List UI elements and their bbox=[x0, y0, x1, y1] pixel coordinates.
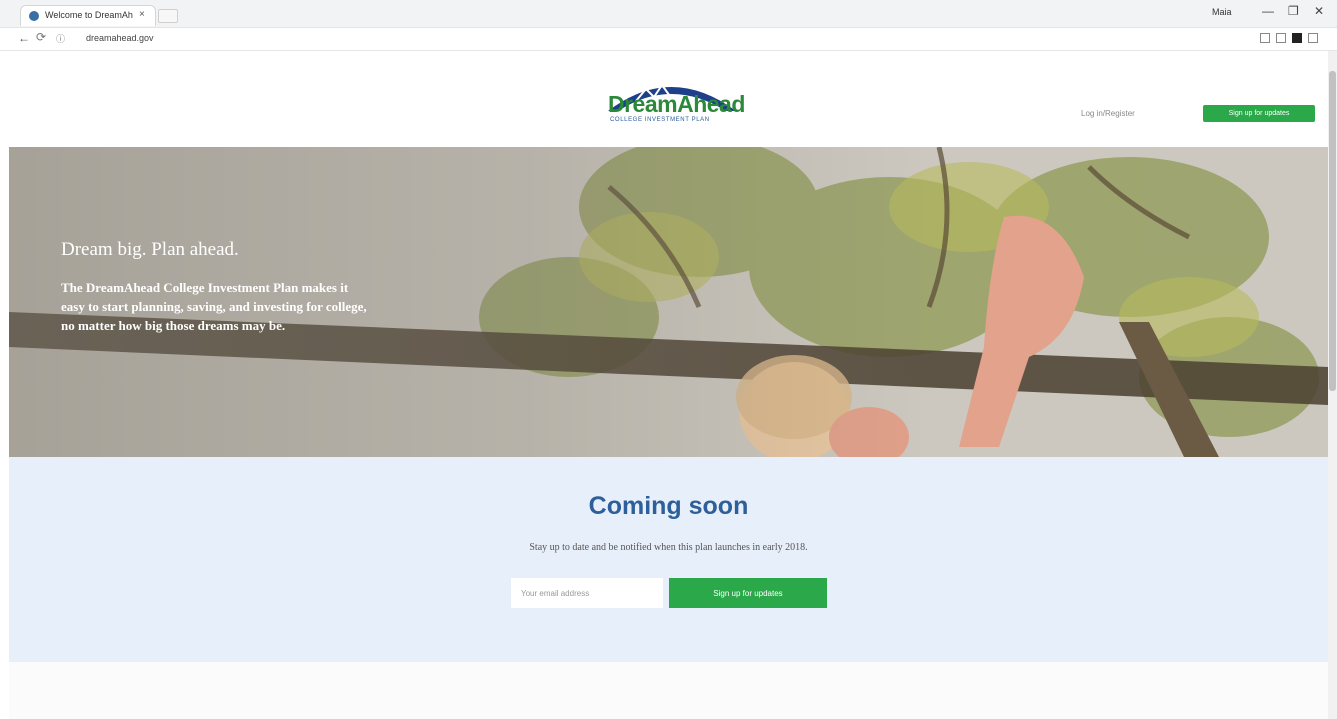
star-icon[interactable] bbox=[1260, 33, 1270, 43]
profile-name[interactable]: Maia bbox=[1212, 7, 1232, 17]
logo-tagline: COLLEGE INVESTMENT PLAN bbox=[610, 117, 710, 123]
back-icon[interactable]: ← bbox=[18, 31, 30, 45]
address-bar: ← ⟳ ⓘ dreamahead.gov bbox=[0, 28, 1337, 51]
site-header: DreamAhead COLLEGE INVESTMENT PLAN Log i… bbox=[9, 51, 1328, 147]
header-signup-button[interactable]: Sign up for updates bbox=[1203, 105, 1315, 122]
new-tab-button[interactable] bbox=[158, 9, 178, 23]
site-info-icon[interactable]: ⓘ bbox=[56, 32, 65, 45]
page-scrollbar[interactable] bbox=[1328, 51, 1337, 719]
logo-text: DreamAhead bbox=[608, 91, 745, 117]
hero-description: The DreamAhead College Investment Plan m… bbox=[61, 280, 367, 333]
coming-soon-subtitle: Stay up to date and be notified when thi… bbox=[529, 542, 808, 553]
footer-area bbox=[9, 662, 1328, 719]
favicon-icon bbox=[29, 11, 39, 21]
tab-title: Welcome to DreamAhead bbox=[45, 10, 133, 20]
signup-updates-button[interactable]: Sign up for updates bbox=[669, 578, 827, 608]
coming-soon-section: Coming soon Stay up to date and be notif… bbox=[9, 457, 1328, 662]
minimize-icon[interactable]: — bbox=[1262, 4, 1274, 18]
reload-icon[interactable]: ⟳ bbox=[36, 30, 46, 44]
browser-tab[interactable]: Welcome to DreamAhead × bbox=[20, 5, 156, 26]
login-register-link[interactable]: Log in/Register bbox=[1081, 109, 1135, 118]
hero-banner: Dream big. Plan ahead. The DreamAhead Co… bbox=[9, 147, 1328, 457]
url-text[interactable]: dreamahead.gov bbox=[86, 33, 154, 43]
menu-icon[interactable] bbox=[1308, 33, 1318, 43]
tab-close-icon[interactable]: × bbox=[139, 9, 145, 20]
hero-heading: Dream big. Plan ahead. bbox=[61, 239, 239, 260]
close-window-icon[interactable]: ✕ bbox=[1314, 4, 1324, 18]
extension-dark-icon[interactable] bbox=[1292, 33, 1302, 43]
browser-tab-bar: Welcome to DreamAhead × Maia — ❐ ✕ bbox=[0, 0, 1337, 28]
maximize-icon[interactable]: ❐ bbox=[1288, 4, 1299, 18]
coming-soon-title: Coming soon bbox=[588, 492, 749, 520]
dreamahead-logo[interactable]: DreamAhead COLLEGE INVESTMENT PLAN bbox=[596, 71, 746, 131]
scrollbar-thumb[interactable] bbox=[1329, 71, 1336, 391]
url-field[interactable]: ⓘ dreamahead.gov bbox=[56, 31, 1176, 47]
email-input[interactable] bbox=[511, 578, 663, 608]
extension-icon[interactable] bbox=[1276, 33, 1286, 43]
